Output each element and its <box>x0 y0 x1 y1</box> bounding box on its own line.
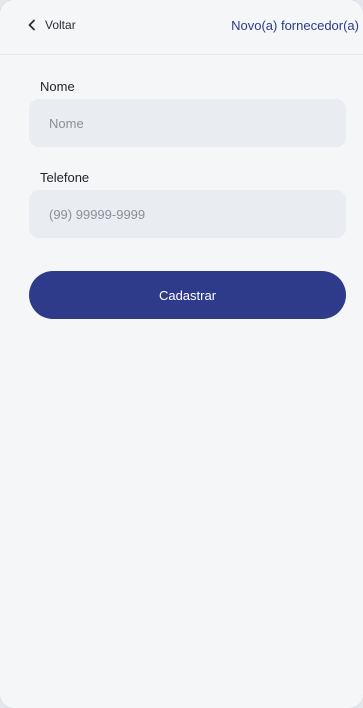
back-label: Voltar <box>45 18 76 32</box>
register-button[interactable]: Cadastrar <box>29 271 346 319</box>
chevron-left-icon <box>27 19 37 31</box>
top-bar: Voltar Novo(a) fornecedor(a) <box>0 0 363 55</box>
app-screen: Voltar Novo(a) fornecedor(a) Nome Telefo… <box>0 0 363 708</box>
phone-label: Telefone <box>40 170 90 185</box>
back-button[interactable]: Voltar <box>27 18 76 32</box>
phone-field[interactable] <box>29 190 346 238</box>
name-field[interactable] <box>29 99 346 147</box>
page-title: Novo(a) fornecedor(a) <box>231 18 359 33</box>
name-label: Nome <box>40 79 75 94</box>
